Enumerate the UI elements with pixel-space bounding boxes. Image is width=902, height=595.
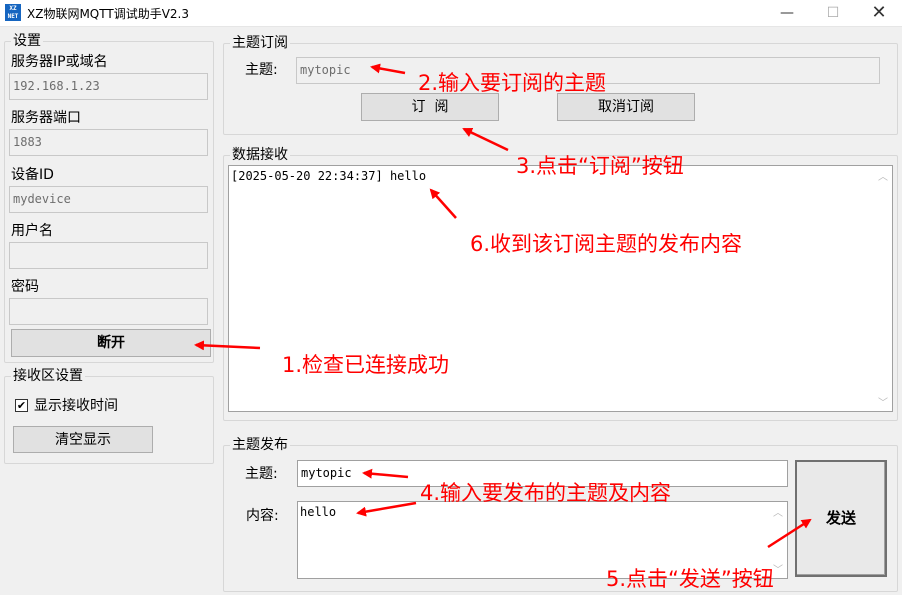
subscribe-button[interactable]: 订 阅 [361,93,499,121]
publish-topic-label: 主题: [245,466,278,482]
content-scroll-down-icon[interactable]: ﹀ [773,561,783,576]
publish-group-title: 主题发布 [230,436,290,454]
annotation-3: 3.点击“订阅”按钮 [516,154,684,178]
publish-content-label: 内容: [246,508,279,524]
maximize-button[interactable]: ☐ [810,0,856,27]
username-label: 用户名 [11,223,53,239]
app-logo-icon: XZ NET [5,4,21,21]
publish-content-text: hello [300,505,337,519]
device-id-field[interactable]: mydevice [9,186,208,213]
window-title: XZ物联网MQTT调试助手V2.3 [27,7,189,21]
content-scroll-up-icon[interactable]: ︿ [773,504,783,519]
close-button[interactable]: ✕ [856,0,902,27]
annotation-2: 2.输入要订阅的主题 [418,71,607,95]
server-field[interactable]: 192.168.1.23 [9,73,208,100]
password-field[interactable] [9,298,208,325]
receive-settings-title: 接收区设置 [11,367,85,385]
annotation-6: 6.收到该订阅主题的发布内容 [470,232,743,256]
subscribe-group-title: 主题订阅 [230,34,290,52]
annotation-4: 4.输入要发布的主题及内容 [420,481,672,505]
show-time-label: 显示接收时间 [34,398,118,414]
minimize-button[interactable]: — [764,0,810,27]
title-bar: XZ NET XZ物联网MQTT调试助手V2.3 — ☐ ✕ [0,0,902,27]
subscribe-topic-label: 主题: [245,62,278,78]
settings-group-title: 设置 [11,32,43,50]
annotation-1: 1.检查已连接成功 [282,353,450,377]
scroll-down-icon[interactable]: ﹀ [878,394,888,409]
show-time-checkbox[interactable]: ✔ [15,399,28,412]
port-field[interactable]: 1883 [9,129,208,156]
disconnect-button[interactable]: 断开 [11,329,211,357]
clear-display-button[interactable]: 清空显示 [13,426,153,453]
scroll-up-icon[interactable]: ︿ [878,168,888,183]
annotation-5: 5.点击“发送”按钮 [606,567,774,591]
data-receive-group-title: 数据接收 [230,146,290,164]
password-label: 密码 [11,279,39,295]
server-label: 服务器IP或域名 [11,54,108,70]
device-id-label: 设备ID [11,167,54,183]
send-button[interactable]: 发送 [795,460,887,577]
port-label: 服务器端口 [11,110,81,126]
receive-scrollbar[interactable]: ︿ ﹀ [875,166,892,411]
unsubscribe-button[interactable]: 取消订阅 [557,93,695,121]
username-field[interactable] [9,242,208,269]
